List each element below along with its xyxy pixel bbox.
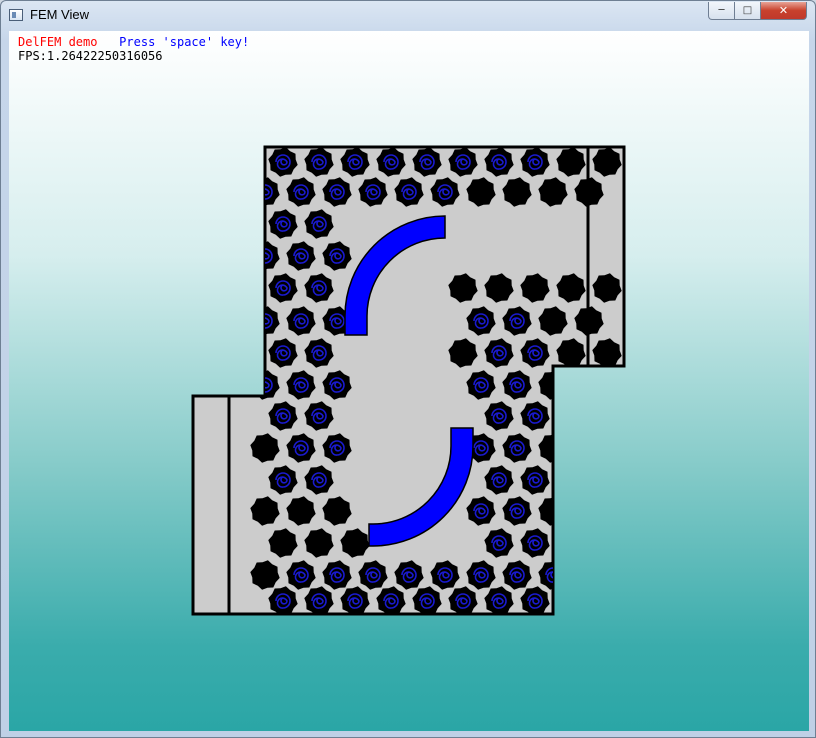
maximize-icon: □ [742,5,753,16]
close-icon: ✕ [778,4,789,17]
title-bar[interactable]: FEM View ─ □ ✕ [1,1,815,31]
fem-domain [191,145,626,616]
minimize-icon: ─ [718,5,725,16]
close-button[interactable]: ✕ [760,2,807,20]
window-icon [9,9,23,21]
window-title: FEM View [30,7,89,22]
fem-mesh-view [191,145,626,616]
app-window: FEM View ─ □ ✕ DelFEM demo Press 'space'… [0,0,816,738]
maximize-button[interactable]: □ [734,2,761,20]
minimize-button[interactable]: ─ [708,2,735,20]
gl-viewport[interactable]: DelFEM demo Press 'space' key! FPS:1.264… [9,31,809,731]
